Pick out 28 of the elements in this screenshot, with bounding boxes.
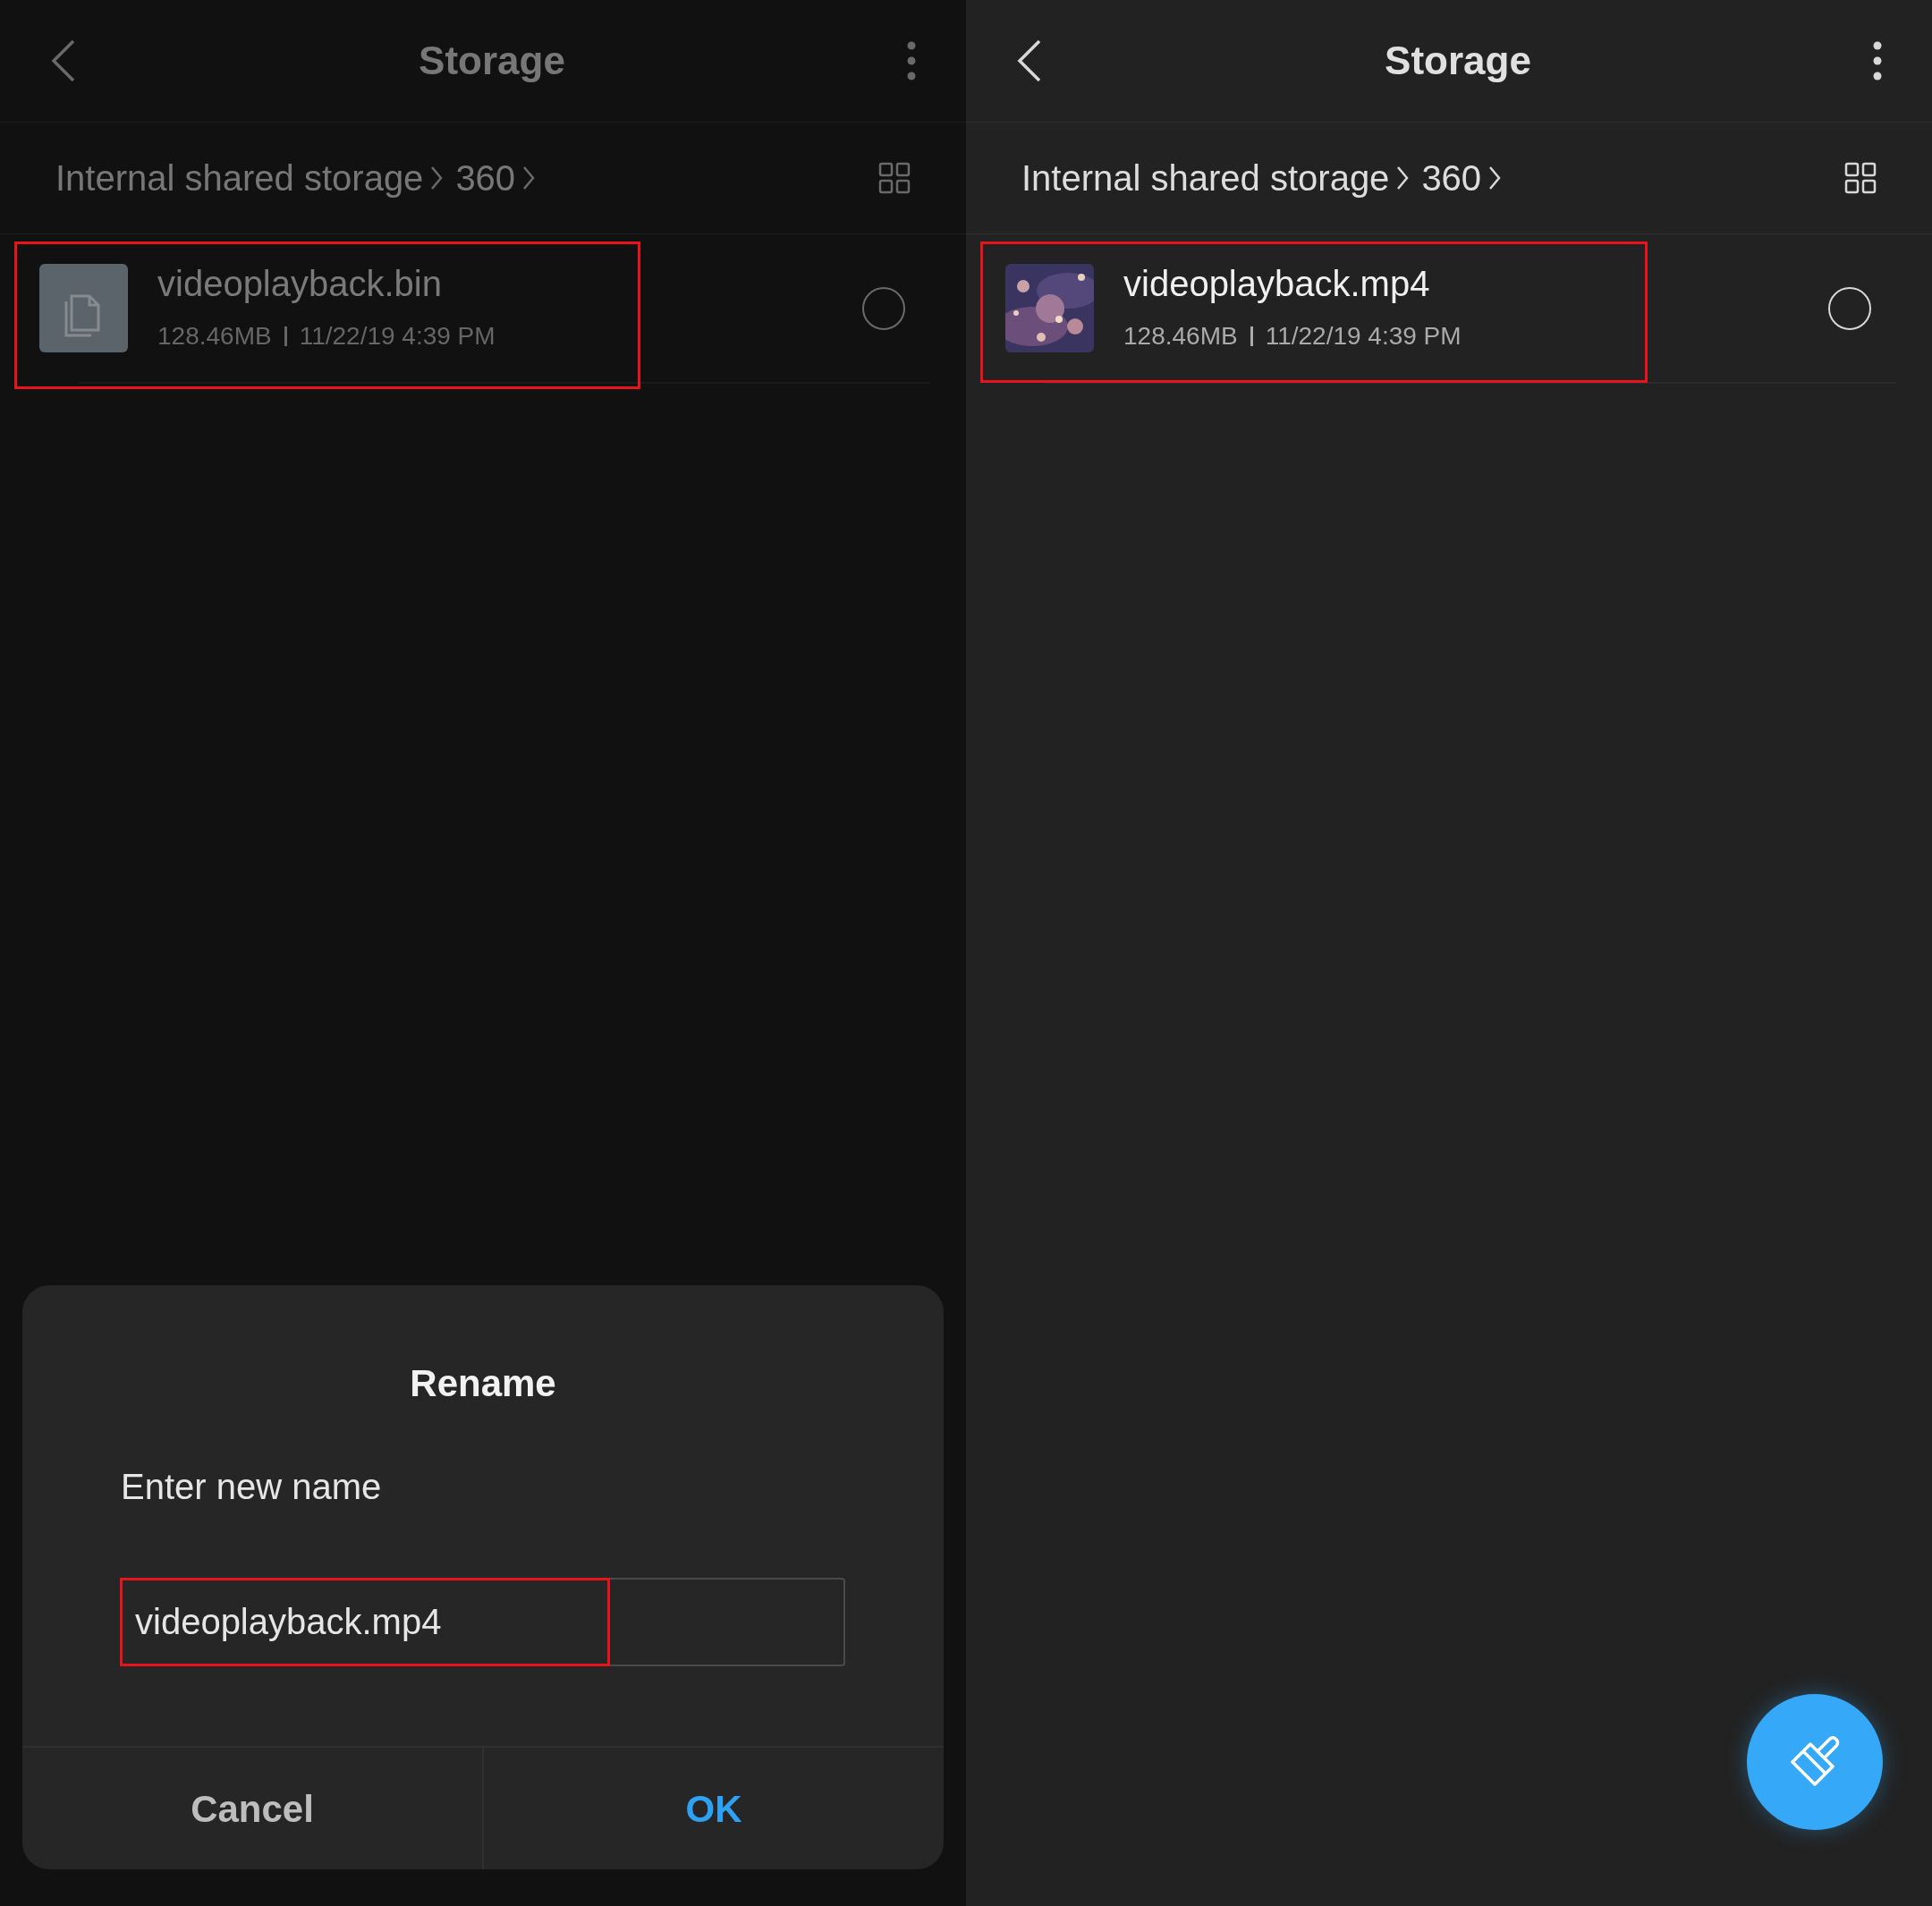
file-name: videoplayback.mp4 [1123, 262, 1431, 305]
breadcrumb-item[interactable]: 360 [455, 151, 516, 205]
file-icon [39, 264, 128, 352]
chevron-icon [430, 165, 444, 191]
screen-title: Storage [419, 38, 565, 84]
back-icon[interactable] [1016, 39, 1043, 82]
cancel-button[interactable]: Cancel [22, 1748, 482, 1869]
breadcrumb-item[interactable]: Internal shared storage [55, 151, 424, 205]
file-size: 128.46MB [157, 320, 272, 352]
select-radio[interactable] [862, 286, 905, 330]
file-date: 11/22/19 4:39 PM [299, 320, 496, 352]
breadcrumb-item[interactable]: Internal shared storage [1021, 151, 1390, 205]
clean-button[interactable] [1747, 1694, 1883, 1830]
file-row[interactable]: videoplayback.mp4 128.46MB 11/22/19 4:39 PM [966, 234, 1932, 382]
more-icon[interactable] [1873, 41, 1882, 80]
file-name: videoplayback.bin [157, 262, 443, 305]
dialog-title: Rename [409, 1361, 557, 1406]
file-row[interactable]: videoplayback.bin 128.46MB 11/22/19 4:39 PM [0, 234, 966, 382]
breadcrumb-item[interactable]: 360 [1421, 151, 1482, 205]
chevron-icon [1488, 165, 1502, 191]
file-size: 128.46MB [1123, 320, 1238, 352]
grid-view-icon[interactable] [1844, 162, 1877, 194]
dialog-prompt: Enter new name [121, 1466, 383, 1508]
chevron-icon [522, 165, 536, 191]
ok-button[interactable]: OK [482, 1748, 944, 1869]
file-date: 11/22/19 4:39 PM [1265, 320, 1462, 352]
chevron-icon [1396, 165, 1410, 191]
screen-title: Storage [1385, 38, 1531, 84]
